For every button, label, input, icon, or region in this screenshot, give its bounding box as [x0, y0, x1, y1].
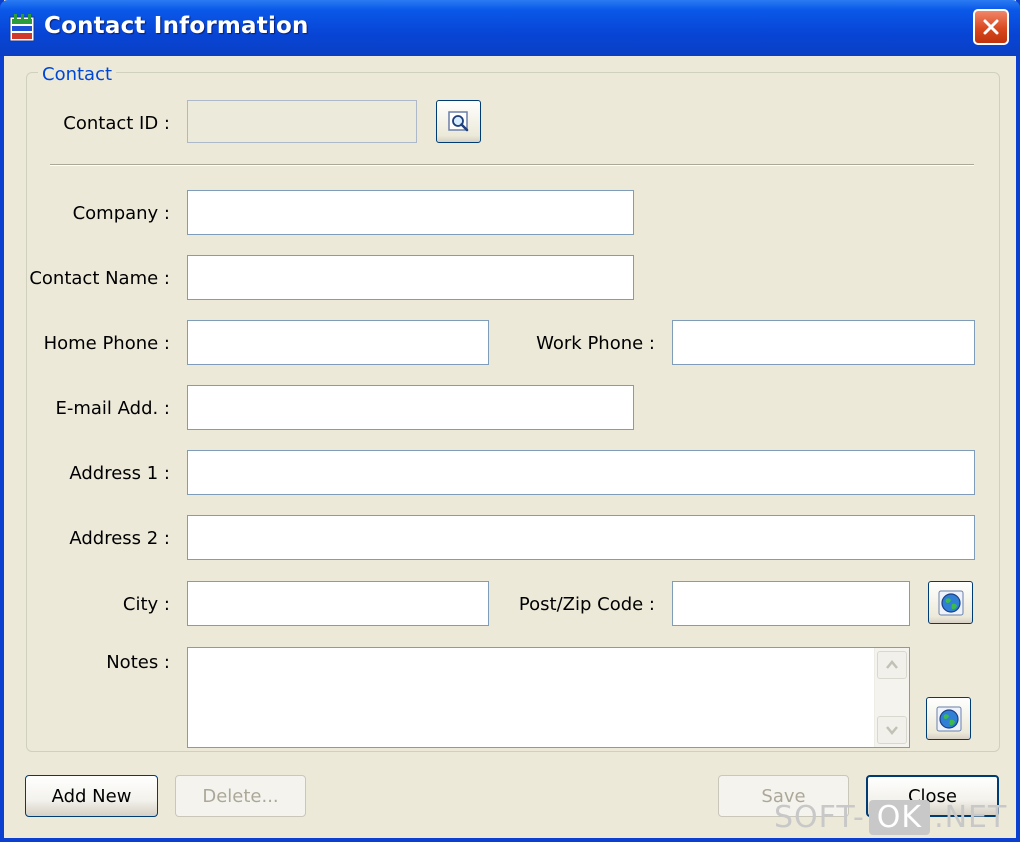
address2-label: Address 2 :	[69, 528, 170, 549]
home-phone-label: Home Phone :	[43, 333, 170, 354]
notes-label: Notes :	[106, 652, 170, 673]
address1-label: Address 1 :	[69, 463, 170, 484]
lookup-city-button[interactable]	[928, 581, 973, 624]
chevron-up-icon	[886, 660, 898, 669]
notes-textarea[interactable]	[188, 648, 874, 747]
contact-name-input[interactable]	[187, 255, 634, 300]
work-phone-input[interactable]	[672, 320, 975, 365]
globe-icon	[938, 590, 963, 615]
address1-input[interactable]	[187, 450, 975, 495]
delete-button[interactable]: Delete...	[175, 775, 306, 817]
email-label: E-mail Add. :	[55, 398, 170, 419]
scroll-down-button[interactable]	[877, 716, 907, 744]
watermark-right: .NET	[934, 800, 1008, 835]
work-phone-label: Work Phone :	[536, 333, 655, 354]
watermark-mid: OK	[868, 800, 931, 835]
close-x-icon	[983, 19, 999, 35]
contact-name-label: Contact Name :	[29, 268, 170, 289]
city-input[interactable]	[187, 581, 489, 626]
company-input[interactable]	[187, 190, 634, 235]
email-input[interactable]	[187, 385, 634, 430]
notes-scrollbar[interactable]	[874, 648, 909, 747]
close-window-button[interactable]	[973, 9, 1009, 45]
magnifier-icon	[447, 110, 468, 131]
contact-id-label: Contact ID :	[63, 113, 170, 134]
separator-line	[50, 164, 974, 166]
zip-label: Post/Zip Code :	[518, 594, 655, 615]
watermark-left: SOFT-	[774, 800, 865, 835]
watermark: SOFT- OK .NET	[774, 800, 1007, 835]
search-contact-button[interactable]	[436, 100, 481, 143]
contact-group-title: Contact	[38, 64, 117, 85]
add-new-button[interactable]: Add New	[25, 775, 158, 817]
city-label: City :	[122, 594, 170, 615]
company-label: Company :	[72, 203, 170, 224]
zip-input[interactable]	[672, 581, 910, 626]
scroll-up-button[interactable]	[877, 651, 907, 679]
home-phone-input[interactable]	[187, 320, 489, 365]
contact-id-input[interactable]	[187, 100, 417, 143]
app-icon	[9, 14, 35, 42]
notes-area	[187, 647, 910, 748]
window-title: Contact Information	[44, 13, 309, 39]
notes-lookup-button[interactable]	[926, 697, 971, 740]
title-bar[interactable]: Contact Information	[0, 0, 1020, 56]
contact-information-window: Contact Information Contact Contact ID :…	[0, 0, 1020, 842]
globe-icon	[936, 706, 961, 731]
chevron-down-icon	[886, 726, 898, 735]
address2-input[interactable]	[187, 515, 975, 560]
